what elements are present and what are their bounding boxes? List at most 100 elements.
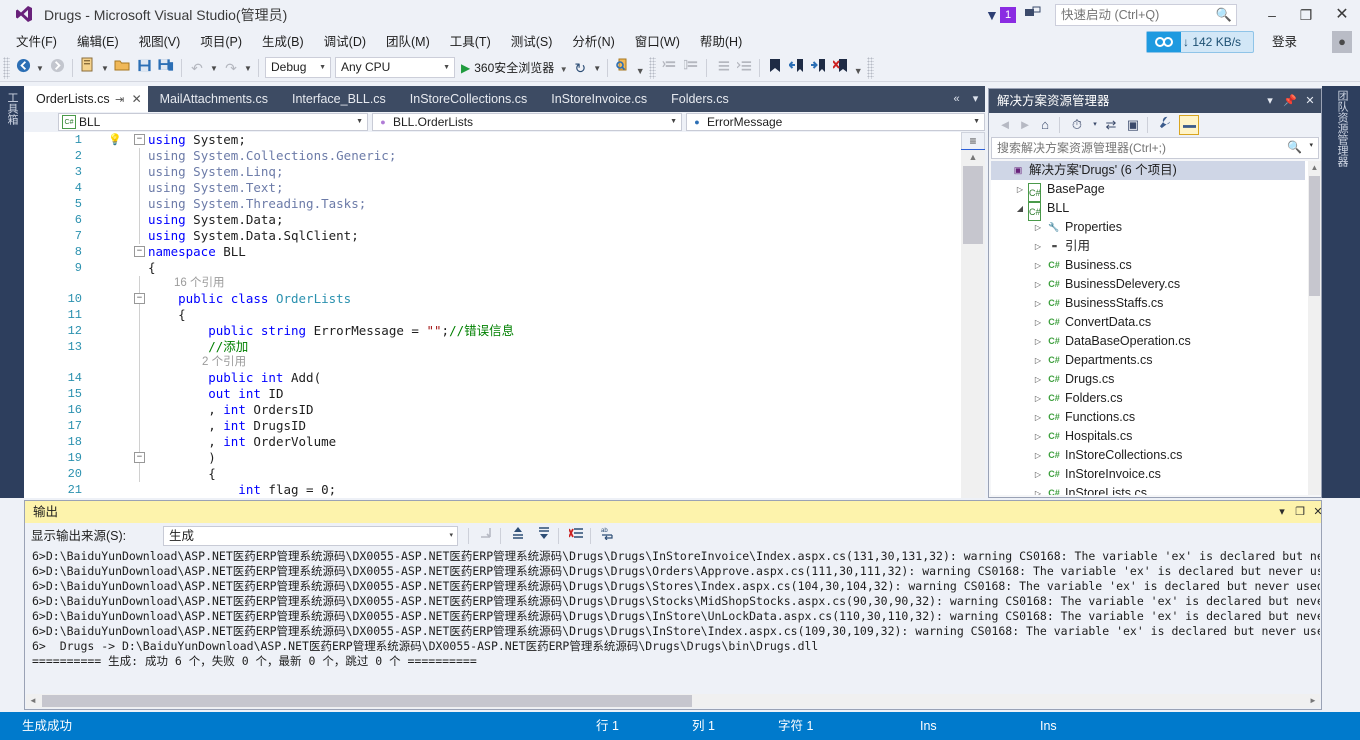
redo-button[interactable]: ↷ xyxy=(220,56,242,80)
solution-tree-item[interactable]: ▷ C# Hospitals.cs xyxy=(991,427,1305,446)
chevron-down-icon[interactable]: ▼ xyxy=(319,58,326,77)
team-explorer-dock-strip[interactable]: 团队资源管理器 xyxy=(1322,86,1360,498)
solution-tree-item[interactable]: ▷ C# InStoreInvoice.cs xyxy=(991,465,1305,484)
comment-selection-button[interactable] xyxy=(658,56,680,80)
save-all-button[interactable] xyxy=(155,56,177,80)
tree-expander-icon[interactable]: ▷ xyxy=(1031,237,1045,256)
solution-tree-scrollbar[interactable]: ▲ xyxy=(1308,161,1321,495)
team-explorer-vertical-tab[interactable]: 团队资源管理器 xyxy=(1332,90,1350,167)
solution-scrollbar-thumb[interactable] xyxy=(1309,176,1320,296)
solution-tree-item[interactable]: ▣ 解决方案'Drugs' (6 个项目) xyxy=(991,161,1305,180)
start-debug-button[interactable]: ▶ 360安全浏览器 xyxy=(457,56,558,80)
output-line[interactable]: 6> Drugs -> D:\BaiduYunDownload\ASP.NET医… xyxy=(32,639,818,654)
tree-expander-icon[interactable]: ▷ xyxy=(1031,370,1045,389)
menu-item-analyze[interactable]: 分析(N) xyxy=(562,30,624,54)
tree-expander-icon[interactable]: ▷ xyxy=(1031,446,1045,465)
menu-item-help[interactable]: 帮助(H) xyxy=(690,30,752,54)
output-scroll-left-icon[interactable]: ◄ xyxy=(26,694,40,708)
tree-expander-icon[interactable]: ▷ xyxy=(1031,351,1045,370)
code-reference-annotation[interactable]: 2 个引用 xyxy=(24,355,985,370)
toolbar-overflow-icon-2[interactable]: ▼ xyxy=(852,56,864,80)
undo-caret-icon[interactable]: ▼ xyxy=(208,56,220,80)
code-line[interactable]: 19 − ) xyxy=(24,450,985,466)
refresh-caret-icon[interactable]: ▼ xyxy=(591,56,603,80)
navigate-back-button[interactable] xyxy=(12,56,34,80)
code-line[interactable]: 9{ xyxy=(24,260,985,276)
chevron-down-icon-type[interactable]: ▼ xyxy=(670,114,677,130)
code-line[interactable]: 20 { xyxy=(24,466,985,482)
pin-tab-icon[interactable]: ⇥ xyxy=(113,87,126,113)
output-scroll-right-icon[interactable]: ► xyxy=(1306,694,1320,708)
search-icon[interactable]: 🔍 xyxy=(1216,7,1232,23)
quick-launch-box[interactable]: 🔍 xyxy=(1055,4,1237,26)
output-line[interactable]: 6>D:\BaiduYunDownload\ASP.NET医药ERP管理系统源码… xyxy=(32,564,1320,579)
close-button[interactable]: ✕ xyxy=(1328,3,1356,27)
output-horizontal-scrollbar[interactable]: ◄ ► xyxy=(26,694,1320,708)
output-line[interactable]: 6>D:\BaiduYunDownload\ASP.NET医药ERP管理系统源码… xyxy=(32,609,1320,624)
decrease-indent-button[interactable] xyxy=(711,56,733,80)
se-sync-icon[interactable]: ⇄ xyxy=(1101,115,1121,135)
tab-scroll-left-icon[interactable]: « xyxy=(947,86,966,112)
tree-expander-icon[interactable]: ◢ xyxy=(1013,199,1027,218)
sign-in-link[interactable]: 登录 xyxy=(1272,32,1297,52)
solution-tree-item[interactable]: ▷ C# ConvertData.cs xyxy=(991,313,1305,332)
se-back-icon[interactable]: ◄ xyxy=(995,115,1015,135)
solution-tree-item[interactable]: ▷ 🔧 Properties xyxy=(991,218,1305,237)
solution-tree-item[interactable]: ▷ ▪▪ 引用 xyxy=(991,237,1305,256)
code-line[interactable]: 13 //添加 xyxy=(24,339,985,355)
output-next-message-icon[interactable] xyxy=(533,526,555,546)
tree-expander-icon[interactable]: ▷ xyxy=(1031,313,1045,332)
output-word-wrap-icon[interactable]: ab xyxy=(597,526,619,546)
uncomment-selection-button[interactable] xyxy=(680,56,702,80)
menu-item-edit[interactable]: 编辑(E) xyxy=(67,30,129,54)
se-collapse-all-icon[interactable]: ▣ xyxy=(1123,115,1143,135)
se-properties-icon[interactable] xyxy=(1155,115,1175,135)
toggle-bookmark-button[interactable] xyxy=(764,56,786,80)
toolbar-grip[interactable] xyxy=(3,57,10,79)
solution-tree-item[interactable]: ▷ C# BusinessDelevery.cs xyxy=(991,275,1305,294)
chevron-down-icon-project[interactable]: ▼ xyxy=(356,114,363,130)
editor-tab-mailattachments[interactable]: MailAttachments.cs xyxy=(148,86,280,112)
menu-item-test[interactable]: 测试(S) xyxy=(501,30,563,54)
notification-flag-icon[interactable]: ▼ xyxy=(985,6,1001,24)
menu-item-window[interactable]: 窗口(W) xyxy=(625,30,690,54)
fold-toggle-icon[interactable]: − xyxy=(134,134,145,145)
toolbox-vertical-tab[interactable]: 工具箱 xyxy=(2,92,22,125)
output-line[interactable]: 6>D:\BaiduYunDownload\ASP.NET医药ERP管理系统源码… xyxy=(32,624,1320,639)
fold-toggle-icon[interactable]: − xyxy=(134,452,145,463)
solution-tree-item[interactable]: ▷ C# InStoreCollections.cs xyxy=(991,446,1305,465)
redo-caret-icon[interactable]: ▼ xyxy=(242,56,254,80)
se-show-all-files-icon[interactable] xyxy=(1179,115,1199,135)
code-line[interactable]: 7 using System.Data.SqlClient; xyxy=(24,228,985,244)
code-line[interactable]: 5 using System.Threading.Tasks; xyxy=(24,196,985,212)
tree-expander-icon[interactable]: ▷ xyxy=(1031,256,1045,275)
toolbar-overflow-icon[interactable]: ▼ xyxy=(634,56,646,80)
se-home-icon[interactable]: ⌂ xyxy=(1035,115,1055,135)
menu-item-team[interactable]: 团队(M) xyxy=(376,30,440,54)
panel-dropdown-icon[interactable]: ▾ xyxy=(1261,89,1279,113)
refresh-button[interactable]: ↻ xyxy=(569,56,591,80)
new-project-button[interactable] xyxy=(77,56,99,80)
navigate-back-caret-icon[interactable]: ▼ xyxy=(34,56,46,80)
search-options-caret-icon[interactable]: ▾ xyxy=(1309,141,1313,149)
output-maximize-icon[interactable]: ❐ xyxy=(1291,501,1309,523)
tree-expander-icon[interactable]: ▷ xyxy=(1013,180,1027,199)
chevron-down-icon-output[interactable]: ▾ xyxy=(449,527,453,545)
save-button[interactable] xyxy=(133,56,155,80)
editor-tab-interface-bll[interactable]: Interface_BLL.cs xyxy=(280,86,398,112)
code-line[interactable]: 8 − namespace BLL xyxy=(24,244,985,260)
output-text-area[interactable]: 6>D:\BaiduYunDownload\ASP.NET医药ERP管理系统源码… xyxy=(26,549,1320,693)
maximize-button[interactable]: ❐ xyxy=(1292,3,1320,27)
feedback-icon[interactable] xyxy=(1022,5,1044,25)
navigate-forward-button[interactable] xyxy=(46,56,68,80)
quick-launch-input[interactable] xyxy=(1056,5,1212,25)
code-reference-annotation[interactable]: 16 个引用 xyxy=(24,276,985,291)
navbar-type-combo[interactable]: ● BLL.OrderLists ▼ xyxy=(372,113,682,131)
clear-bookmarks-button[interactable] xyxy=(830,56,852,80)
code-line[interactable]: 6 using System.Data; xyxy=(24,212,985,228)
editor-tab-orderlists[interactable]: OrderLists.cs ⇥ ✕ xyxy=(24,86,148,112)
code-editor[interactable]: 1 💡 − using System; 2 using System.Collection… xyxy=(24,132,985,498)
solution-tree-item[interactable]: ◢ C# BLL xyxy=(991,199,1305,221)
tree-expander-icon[interactable]: ▷ xyxy=(1031,218,1045,237)
code-line[interactable]: 2 using System.Collections.Generic; xyxy=(24,148,985,164)
